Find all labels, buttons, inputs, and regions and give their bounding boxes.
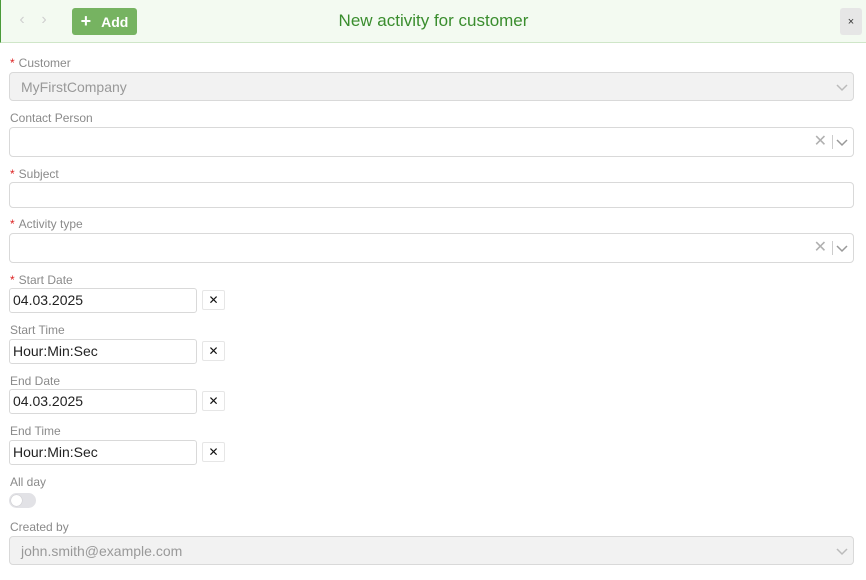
clear-start-time-button[interactable]: ✕ [202, 341, 225, 361]
separator [832, 241, 833, 255]
start-date-input[interactable]: 04.03.2025 [9, 288, 197, 313]
subject-label: * Subject [10, 167, 59, 181]
clear-end-time-button[interactable]: ✕ [202, 442, 225, 462]
created-by-select[interactable]: john.smith@example.com [9, 536, 854, 565]
close-icon: ✕ [208, 445, 219, 459]
close-icon: ✕ [208, 293, 219, 307]
chevron-down-icon[interactable] [835, 135, 849, 149]
customer-label: * Customer [10, 56, 71, 70]
start-time-input[interactable]: Hour:Min:Sec [9, 339, 197, 364]
start-time-label: Start Time [10, 323, 65, 337]
dialog-header: ‹ › + Add New activity for customer × [0, 0, 866, 43]
start-date-label: * Start Date [10, 273, 73, 287]
end-date-input[interactable]: 04.03.2025 [9, 389, 197, 414]
clear-icon[interactable]: ✕ [814, 240, 827, 256]
chevron-down-icon [836, 547, 848, 555]
end-time-input[interactable]: Hour:Min:Sec [9, 440, 197, 465]
close-button[interactable]: × [840, 8, 862, 35]
toggle-knob [11, 495, 22, 506]
all-day-label: All day [10, 475, 47, 489]
contact-person-label: Contact Person [10, 111, 93, 125]
clear-icon[interactable]: ✕ [814, 134, 827, 150]
chevron-down-icon[interactable] [835, 241, 849, 255]
clear-start-date-button[interactable]: ✕ [202, 290, 225, 310]
customer-select[interactable]: MyFirstCompany [9, 72, 854, 101]
subject-input[interactable] [9, 182, 854, 208]
end-date-label: End Date [10, 374, 61, 388]
activity-type-select[interactable]: ✕ [9, 233, 854, 263]
close-icon: ✕ [208, 394, 219, 408]
separator [832, 135, 833, 149]
all-day-toggle[interactable] [9, 493, 36, 508]
contact-person-select[interactable]: ✕ [9, 127, 854, 157]
end-time-label: End Time [10, 424, 61, 438]
created-by-label: Created by [10, 520, 69, 534]
close-icon: ✕ [208, 344, 219, 358]
dialog-title: New activity for customer [338, 11, 529, 30]
activity-type-label: * Activity type [10, 217, 83, 231]
clear-end-date-button[interactable]: ✕ [202, 391, 225, 411]
customer-value: MyFirstCompany [21, 78, 127, 95]
close-icon: × [847, 15, 855, 28]
chevron-down-icon [836, 83, 848, 91]
required-marker: * [10, 56, 15, 70]
created-by-value: john.smith@example.com [21, 542, 183, 559]
